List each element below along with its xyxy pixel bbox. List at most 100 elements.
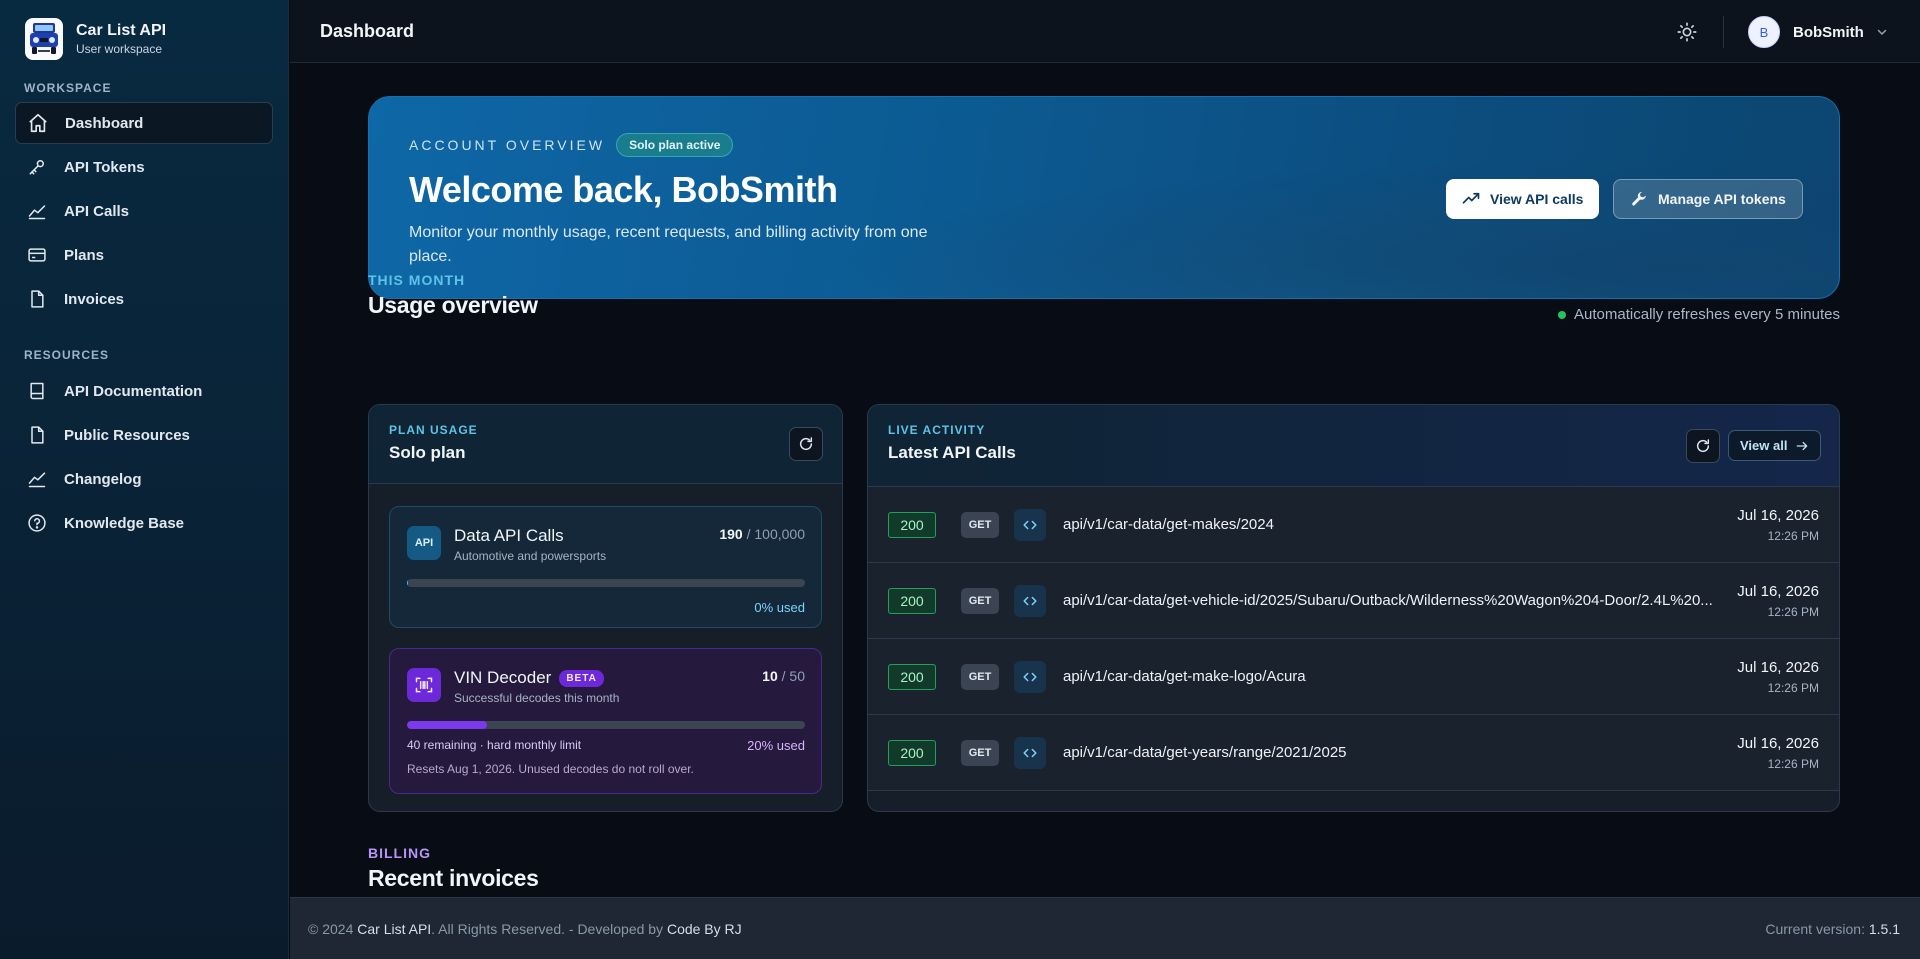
sidebar-item-api-documentation[interactable]: API Documentation bbox=[15, 370, 273, 412]
auto-refresh-note: Automatically refreshes every 5 minutes bbox=[1558, 306, 1840, 323]
arrow-right-icon bbox=[1797, 441, 1808, 450]
call-date: Jul 16, 2026 bbox=[1737, 735, 1819, 752]
sidebar-item-changelog[interactable]: Changelog bbox=[15, 458, 273, 500]
refresh-icon bbox=[799, 437, 813, 451]
usage-subtitle: Successful decodes this month bbox=[454, 691, 620, 705]
chevron-down-icon bbox=[1876, 26, 1888, 38]
sun-icon bbox=[1677, 22, 1697, 42]
plan-usage-eyebrow: PLAN USAGE bbox=[389, 423, 478, 437]
view-all-button[interactable]: View all bbox=[1728, 430, 1822, 461]
copyright-text: © 2024 bbox=[308, 921, 354, 937]
hero-eyebrow: ACCOUNT OVERVIEW bbox=[409, 137, 606, 153]
manage-api-tokens-label: Manage API tokens bbox=[1658, 191, 1786, 207]
call-time: 12:26 PM bbox=[1767, 605, 1819, 619]
latest-api-calls-title: Latest API Calls bbox=[888, 443, 1016, 462]
refresh-icon bbox=[1696, 439, 1710, 453]
table-row[interactable]: 200 GET api/v1/car-data/get-make-logo/Ac… bbox=[868, 639, 1839, 715]
code-icon bbox=[1014, 661, 1046, 693]
endpoint-path: api/v1/car-data/get-years/range/2021/202… bbox=[1063, 744, 1347, 761]
endpoint-path: api/v1/car-data/get-vehicle-id/2025/Suba… bbox=[1063, 592, 1713, 609]
method-badge: GET bbox=[961, 664, 999, 690]
billing-eyebrow: BILLING bbox=[368, 845, 431, 861]
sidebar: Car List API User workspace WORKSPACE Da… bbox=[0, 0, 289, 959]
code-icon bbox=[1014, 509, 1046, 541]
app-root: Car List API User workspace WORKSPACE Da… bbox=[0, 0, 1920, 959]
endpoint-path: api/v1/car-data/get-makes/2024 bbox=[1063, 516, 1274, 533]
brand-name: Car List API bbox=[76, 22, 167, 39]
sidebar-item-knowledge-base[interactable]: Knowledge Base bbox=[15, 502, 273, 544]
call-time: 12:26 PM bbox=[1767, 529, 1819, 543]
topbar: Dashboard B BobSmith bbox=[290, 0, 1920, 63]
sidebar-item-public-resources[interactable]: Public Resources bbox=[15, 414, 273, 456]
call-time: 12:26 PM bbox=[1767, 757, 1819, 771]
chart-line-icon bbox=[25, 199, 49, 223]
table-row[interactable]: 200 GET api/v1/car-data/get-makes/2024 J… bbox=[868, 487, 1839, 563]
sidebar-item-plans[interactable]: Plans bbox=[15, 234, 273, 276]
usage-subtitle: Automotive and powersports bbox=[454, 549, 607, 563]
refresh-usage-button[interactable] bbox=[789, 427, 823, 461]
sidebar-item-dashboard[interactable]: Dashboard bbox=[15, 102, 273, 144]
usage-used: 190 bbox=[719, 526, 743, 542]
sidebar-item-api-tokens[interactable]: API Tokens bbox=[15, 146, 273, 188]
document-icon bbox=[25, 287, 49, 311]
usage-limit: / 50 bbox=[781, 668, 805, 684]
barcode-icon bbox=[407, 668, 441, 702]
brand[interactable]: Car List API User workspace bbox=[24, 17, 166, 61]
vin-reset-note: Resets Aug 1, 2026. Unused decodes do no… bbox=[407, 762, 694, 776]
usage-name: VIN Decoder bbox=[454, 668, 552, 687]
recent-invoices-title: Recent invoices bbox=[368, 865, 539, 891]
vin-remaining: 40 remaining · hard monthly limit bbox=[407, 738, 582, 752]
sidebar-item-label: API Documentation bbox=[64, 382, 203, 400]
table-row[interactable]: 200 GET api/v1/car-data/get-vehicle-id/2… bbox=[868, 563, 1839, 639]
method-badge: GET bbox=[961, 740, 999, 766]
usage-used: 10 bbox=[762, 668, 778, 684]
table-row[interactable]: 200 GET api/v1/car-data/get-years/range/… bbox=[868, 715, 1839, 791]
status-badge: 200 bbox=[888, 740, 936, 766]
workspace-nav: Dashboard API Tokens API Calls Plans Inv… bbox=[15, 102, 273, 322]
usage-percent: 20% used bbox=[747, 738, 805, 753]
credit-card-icon bbox=[25, 243, 49, 267]
call-date: Jul 16, 2026 bbox=[1737, 659, 1819, 676]
sidebar-item-label: API Calls bbox=[64, 202, 130, 220]
status-badge: 200 bbox=[888, 588, 936, 614]
usage-count: 190 / 100,000 bbox=[719, 526, 805, 542]
question-circle-icon bbox=[25, 511, 49, 535]
sidebar-item-label: Changelog bbox=[64, 470, 142, 488]
key-icon bbox=[25, 155, 49, 179]
sidebar-item-label: Dashboard bbox=[65, 114, 144, 132]
user-menu[interactable]: B BobSmith bbox=[1748, 16, 1888, 48]
usage-progress-bar bbox=[407, 721, 805, 729]
usage-progress-fill bbox=[407, 721, 487, 729]
resources-nav: API Documentation Public Resources Chang… bbox=[15, 370, 273, 546]
data-api-usage: API Data API Calls Automotive and powers… bbox=[389, 506, 822, 628]
live-activity-eyebrow: LIVE ACTIVITY bbox=[888, 423, 986, 437]
sidebar-item-label: API Tokens bbox=[64, 158, 145, 176]
developer-link[interactable]: Code By RJ bbox=[667, 921, 742, 937]
main-content: ACCOUNT OVERVIEW Solo plan active Welcom… bbox=[290, 64, 1920, 897]
sidebar-item-label: Plans bbox=[64, 246, 105, 264]
api-icon: API bbox=[407, 526, 441, 560]
call-date: Jul 16, 2026 bbox=[1737, 507, 1819, 524]
resources-label: RESOURCES bbox=[24, 348, 110, 362]
sidebar-item-invoices[interactable]: Invoices bbox=[15, 278, 273, 320]
sidebar-item-label: Invoices bbox=[64, 290, 125, 308]
theme-toggle-button[interactable] bbox=[1675, 20, 1699, 44]
sidebar-item-api-calls[interactable]: API Calls bbox=[15, 190, 273, 232]
manage-api-tokens-button[interactable]: Manage API tokens bbox=[1613, 179, 1803, 219]
view-api-calls-button[interactable]: View API calls bbox=[1446, 179, 1600, 219]
wrench-icon bbox=[1630, 190, 1648, 208]
version-label: Current version: bbox=[1765, 921, 1865, 937]
refresh-calls-button[interactable] bbox=[1686, 429, 1720, 463]
trend-up-icon bbox=[1462, 190, 1480, 208]
document-icon bbox=[25, 423, 49, 447]
home-icon bbox=[26, 111, 50, 135]
plan-status-badge: Solo plan active bbox=[616, 133, 734, 157]
workspace-label: WORKSPACE bbox=[24, 81, 112, 95]
plan-name: Solo plan bbox=[389, 443, 466, 462]
view-all-label: View all bbox=[1740, 438, 1788, 453]
method-badge: GET bbox=[961, 512, 999, 538]
usage-name: Data API Calls bbox=[454, 526, 564, 545]
company-link[interactable]: Car List API bbox=[357, 921, 431, 937]
latest-api-calls-card: LIVE ACTIVITY Latest API Calls View all … bbox=[867, 404, 1840, 812]
version-number: 1.5.1 bbox=[1868, 921, 1900, 937]
